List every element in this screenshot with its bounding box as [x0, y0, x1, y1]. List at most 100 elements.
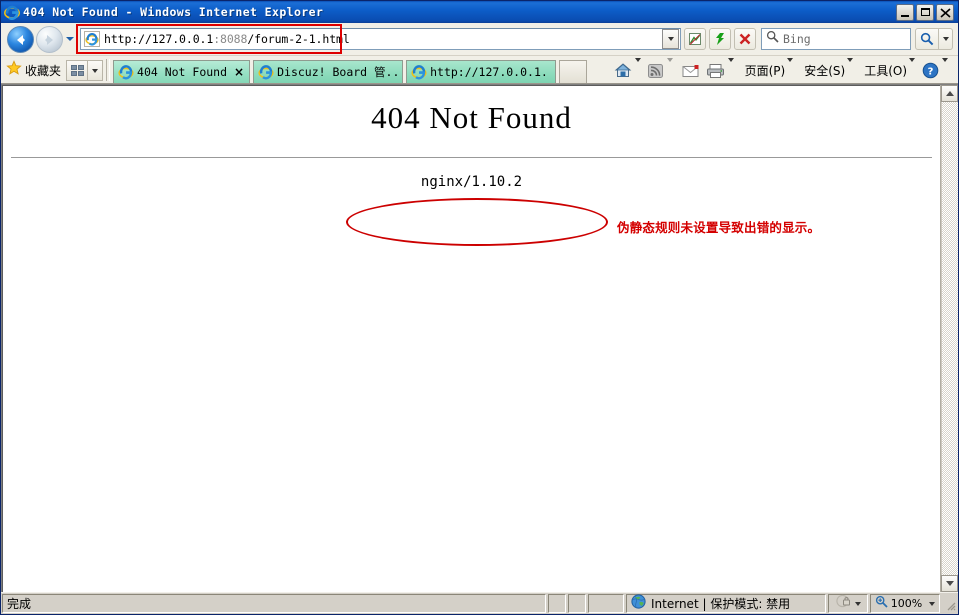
search-options-button[interactable]: [939, 28, 953, 50]
security-zone-label: Internet | 保护模式: 禁用: [651, 597, 791, 611]
back-button[interactable]: [7, 25, 34, 53]
toolbar-separator: [106, 59, 111, 81]
print-dropdown[interactable]: [727, 57, 734, 80]
internet-explorer-icon: [4, 4, 20, 20]
scrollbar-track[interactable]: [941, 102, 958, 575]
status-bar: 完成 Internet | 保护模式: 禁用 100%: [1, 592, 958, 614]
feeds-button[interactable]: [647, 63, 664, 79]
browser-window: 404 Not Found - Windows Internet Explore…: [0, 0, 959, 615]
tab-404-not-found[interactable]: 404 Not Found ×: [113, 60, 251, 83]
safety-dropdown[interactable]: [847, 57, 854, 80]
menu-safety[interactable]: 安全(S): [804, 62, 845, 79]
chevron-down-icon[interactable]: [854, 601, 861, 606]
print-button[interactable]: [706, 63, 725, 79]
favorites-button[interactable]: 收藏夹: [3, 58, 66, 82]
tab-label: http://127.0.0.1...: [430, 65, 551, 79]
home-dropdown[interactable]: [634, 57, 641, 80]
scroll-down-button[interactable]: [941, 575, 958, 592]
chevron-up-icon: [945, 91, 954, 96]
maximize-button[interactable]: [916, 3, 934, 21]
chevron-down-icon: [945, 581, 954, 586]
window-controls: [896, 3, 956, 21]
search-icon: [766, 30, 779, 48]
navigation-bar: http://127.0.0.1:8088/forum-2-1.html Bin…: [1, 23, 958, 56]
favorites-label: 收藏夹: [25, 63, 62, 78]
status-panel-blank-3: [588, 594, 624, 613]
favorites-bar-button[interactable]: [66, 60, 89, 81]
compatibility-view-button[interactable]: [684, 28, 706, 50]
horizontal-divider: [11, 157, 932, 158]
command-bar: 页面(P) 安全(S) 工具(O) ?: [613, 57, 956, 83]
chevron-down-icon: [92, 68, 99, 73]
status-message-panel: 完成: [2, 594, 546, 613]
recent-pages-button[interactable]: [63, 26, 76, 53]
status-message: 完成: [7, 597, 32, 611]
refresh-button[interactable]: [709, 28, 731, 50]
close-icon[interactable]: ×: [234, 65, 244, 79]
forward-button[interactable]: [36, 25, 63, 53]
address-dropdown-button[interactable]: [662, 29, 679, 49]
help-dropdown[interactable]: [942, 57, 948, 80]
star-icon: [6, 59, 22, 81]
address-path: /forum-2-1.html: [247, 32, 350, 46]
tab-label: Discuz! Board 管...: [277, 65, 398, 79]
tab-label: 404 Not Found: [137, 65, 228, 79]
resize-grip[interactable]: [942, 594, 958, 613]
status-panel-blank-2: [568, 594, 586, 613]
globe-icon: [631, 593, 646, 614]
chevron-down-icon: [667, 37, 674, 41]
chevron-down-icon[interactable]: [929, 601, 936, 606]
internet-explorer-icon: [118, 64, 134, 80]
page-dropdown[interactable]: [787, 57, 794, 80]
home-button[interactable]: [614, 62, 632, 79]
help-button[interactable]: ?: [922, 62, 939, 79]
title-bar: 404 Not Found - Windows Internet Explore…: [1, 1, 958, 23]
tools-dropdown[interactable]: [909, 57, 915, 80]
zoom-icon: [875, 595, 888, 613]
annotation-note: 伪静态规则未设置导致出错的显示。: [617, 220, 821, 235]
close-button[interactable]: [936, 3, 954, 21]
chevron-down-icon: [787, 57, 794, 79]
security-zone-panel[interactable]: Internet | 保护模式: 禁用: [626, 593, 826, 614]
chevron-down-icon: [666, 57, 673, 79]
page-title: 404 Not Found: [371, 100, 572, 135]
new-tab-button[interactable]: [559, 60, 588, 83]
server-signature: nginx/1.10.2: [420, 174, 523, 190]
search-input[interactable]: Bing: [783, 32, 811, 46]
chevron-down-icon: [634, 57, 641, 79]
vertical-scrollbar[interactable]: [940, 85, 958, 592]
chevron-down-icon: [909, 57, 915, 79]
zoom-level-panel[interactable]: 100%: [870, 594, 940, 613]
lock-icon: [835, 594, 851, 613]
stop-button[interactable]: [734, 28, 756, 50]
search-go-button[interactable]: [915, 28, 939, 50]
heading-annotation-ellipse: [346, 198, 608, 246]
tab-discuz-board[interactable]: Discuz! Board 管...: [253, 60, 404, 83]
window-title: 404 Not Found - Windows Internet Explore…: [23, 5, 324, 19]
chevron-down-icon: [65, 37, 74, 41]
svg-text:?: ?: [928, 66, 934, 77]
page-body: 404 Not Found nginx/1.10.2 伪静态规则未设置导致出错的…: [3, 100, 940, 592]
address-bar[interactable]: http://127.0.0.1:8088/forum-2-1.html: [80, 28, 681, 50]
chevron-down-icon: [942, 57, 948, 79]
content-area: 404 Not Found nginx/1.10.2 伪静态规则未设置导致出错的…: [1, 84, 958, 592]
address-input[interactable]: http://127.0.0.1:8088/forum-2-1.html: [104, 32, 662, 46]
zoom-level-label: 100%: [890, 597, 923, 610]
internet-explorer-icon: [411, 64, 427, 80]
status-panel-blank-1: [548, 594, 566, 613]
address-host: http://127.0.0.1: [104, 32, 214, 46]
feeds-dropdown[interactable]: [666, 57, 673, 80]
chevron-down-icon: [942, 37, 949, 41]
scroll-up-button[interactable]: [941, 85, 958, 102]
internet-explorer-icon: [258, 64, 274, 80]
tab-localhost[interactable]: http://127.0.0.1...: [406, 60, 557, 83]
protected-mode-panel[interactable]: [828, 594, 868, 613]
minimize-button[interactable]: [896, 3, 914, 21]
search-box[interactable]: Bing: [761, 28, 911, 50]
address-port: :8088: [213, 32, 248, 46]
menu-page[interactable]: 页面(P): [745, 62, 786, 79]
menu-tools[interactable]: 工具(O): [864, 62, 907, 79]
chevron-down-icon: [727, 57, 734, 79]
favorites-bar-dropdown[interactable]: [88, 60, 104, 81]
mail-button[interactable]: [682, 64, 700, 78]
